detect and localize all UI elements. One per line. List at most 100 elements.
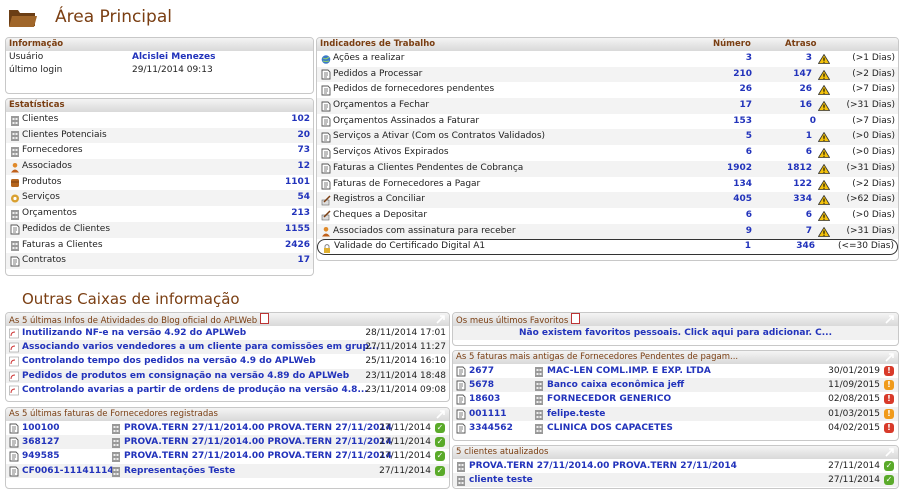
indicator-number[interactable]: 3	[746, 51, 752, 67]
invoice-ref-link[interactable]: 2677	[469, 364, 494, 378]
pending-invoice-row[interactable]: 2677 MAC-LEN COML.IMP. E EXP. LTDA 30/01/2…	[453, 364, 898, 378]
stats-row[interactable]: Fornecedores 73	[6, 143, 313, 159]
indicator-delay[interactable]: 0	[810, 114, 816, 130]
stats-count[interactable]: 102	[291, 112, 310, 128]
indicator-number[interactable]: 1902	[727, 161, 752, 177]
stats-label[interactable]: Produtos	[22, 175, 61, 191]
indicator-label[interactable]: Faturas de Fornecedores a Pagar	[333, 177, 480, 193]
stats-row[interactable]: Clientes Potenciais 20	[6, 127, 313, 144]
stats-label[interactable]: Clientes	[22, 112, 58, 128]
collapse-icon[interactable]	[885, 353, 895, 362]
stats-label[interactable]: Fornecedores	[22, 143, 83, 159]
indicator-number[interactable]: 405	[733, 192, 752, 208]
indicator-label[interactable]: Registros a Conciliar	[333, 192, 425, 208]
invoice-ref-link[interactable]: CF0061-11141114	[22, 464, 114, 478]
indicator-row[interactable]: Serviços Ativos Expirados 6 6 (>0 Dias)	[317, 145, 898, 161]
indicator-delay[interactable]: 7	[806, 224, 812, 240]
invoice-ref-link[interactable]: 001111	[469, 407, 507, 421]
client-link[interactable]: PROVA.TERN 27/11/2014.00 PROVA.TERN 27/1…	[469, 459, 737, 473]
indicator-delay[interactable]: 6	[806, 208, 812, 224]
client-row[interactable]: cliente teste 27/11/2014 ✓	[453, 473, 898, 488]
stats-label[interactable]: Orçamentos	[22, 206, 77, 222]
indicator-label[interactable]: Serviços a Ativar (Com os Contratos Vali…	[333, 129, 545, 145]
invoice-ref-link[interactable]: 949585	[22, 449, 60, 463]
invoice-ref-link[interactable]: 368127	[22, 435, 60, 449]
indicator-row[interactable]: Orçamentos Assinados a Faturar 153 0 (>7 Di…	[317, 114, 898, 130]
pending-invoice-row[interactable]: 3344562 CLINICA DOS CAPACETES 04/02/2015!	[453, 421, 898, 435]
indicator-row[interactable]: Ações a realizar 3 3 (>1 Dias)	[317, 51, 898, 67]
indicator-label[interactable]: Ações a realizar	[333, 51, 404, 67]
supplier-link[interactable]: PROVA.TERN 27/11/2014.00 PROVA.TERN 27/1…	[124, 435, 392, 449]
invoice-row[interactable]: 368127 PROVA.TERN 27/11/2014.00 PROVA.TER…	[6, 435, 449, 450]
stats-row[interactable]: Clientes 102	[6, 112, 313, 128]
indicator-number[interactable]: 153	[733, 114, 752, 130]
indicator-number[interactable]: 5	[746, 129, 752, 145]
indicator-row[interactable]: Cheques a Depositar 6 6 (>0 Dias)	[317, 208, 898, 224]
supplier-link[interactable]: felipe.teste	[547, 407, 605, 421]
indicator-row[interactable]: Associados com assinatura para receber 9 7…	[317, 223, 898, 240]
stats-row[interactable]: Pedidos de Clientes 1155	[6, 221, 313, 238]
supplier-link[interactable]: FORNECEDOR GENERICO	[547, 392, 671, 406]
blog-row[interactable]: Pedidos de produtos em consignação na ve…	[6, 368, 449, 383]
invoice-ref-link[interactable]: 100100	[22, 421, 60, 435]
blog-post-link[interactable]: Inutilizando NF-e na versão 4.92 do APLW…	[22, 326, 246, 340]
blog-row[interactable]: Controlando avarias a partir de ordens d…	[6, 383, 449, 397]
stats-count[interactable]: 73	[297, 143, 310, 159]
stats-label[interactable]: Faturas a Clientes	[22, 238, 103, 254]
pending-invoice-row[interactable]: 001111 felipe.teste 01/03/2015!	[453, 406, 898, 421]
indicator-row[interactable]: Faturas a Clientes Pendentes de Cobrança…	[317, 160, 898, 177]
indicator-number[interactable]: 26	[739, 82, 752, 98]
stats-label[interactable]: Serviços	[22, 190, 60, 206]
invoice-ref-link[interactable]: 3344562	[469, 421, 513, 435]
collapse-icon[interactable]	[436, 315, 446, 324]
client-link[interactable]: cliente teste	[469, 473, 533, 487]
indicator-delay[interactable]: 6	[806, 145, 812, 161]
indicator-row[interactable]: Orçamentos a Fechar 17 16 (>31 Dias)	[317, 98, 898, 114]
stats-count[interactable]: 213	[291, 206, 310, 222]
indicator-row[interactable]: Registros a Conciliar 405 334 (>62 Dias)	[317, 192, 898, 208]
indicator-label[interactable]: Orçamentos Assinados a Faturar	[333, 114, 479, 130]
indicator-row[interactable]: Validade do Certificado Digital A1 1 346 (<…	[317, 239, 898, 255]
indicator-delay[interactable]: 26	[799, 82, 812, 98]
stats-count[interactable]: 2426	[285, 238, 310, 254]
indicator-delay[interactable]: 147	[793, 67, 812, 83]
invoice-ref-link[interactable]: 18603	[469, 392, 500, 406]
supplier-link[interactable]: PROVA.TERN 27/11/2014.00 PROVA.TERN 27/1…	[124, 449, 392, 463]
blog-post-link[interactable]: Associando varios vendedores a um client…	[22, 340, 379, 354]
rss-icon[interactable]	[571, 313, 581, 324]
stats-row[interactable]: Produtos 1101	[6, 175, 313, 191]
stats-count[interactable]: 17	[297, 253, 310, 269]
stats-count[interactable]: 1155	[285, 222, 310, 238]
invoice-row[interactable]: 949585 PROVA.TERN 27/11/2014.00 PROVA.TER…	[6, 449, 449, 463]
user-link[interactable]: Alcislei Menezes	[132, 51, 216, 64]
stats-label[interactable]: Pedidos de Clientes	[22, 222, 110, 238]
stats-row[interactable]: Faturas a Clientes 2426	[6, 238, 313, 254]
stats-row[interactable]: Contratos 17	[6, 253, 313, 269]
indicator-label[interactable]: Pedidos a Processar	[333, 67, 422, 83]
indicator-number[interactable]: 134	[733, 177, 752, 193]
stats-label[interactable]: Clientes Potenciais	[22, 128, 107, 144]
indicator-delay[interactable]: 16	[799, 98, 812, 114]
indicator-row[interactable]: Pedidos a Processar 210 147 (>2 Dias)	[317, 66, 898, 83]
indicator-number[interactable]: 210	[733, 67, 752, 83]
stats-count[interactable]: 54	[297, 190, 310, 206]
client-row[interactable]: PROVA.TERN 27/11/2014.00 PROVA.TERN 27/1…	[453, 459, 898, 473]
blog-row[interactable]: Controlando tempo dos pedidos na versão …	[6, 354, 449, 368]
indicator-label[interactable]: Faturas a Clientes Pendentes de Cobrança	[333, 161, 523, 177]
stats-label[interactable]: Associados	[22, 159, 72, 175]
indicator-number[interactable]: 1	[745, 240, 751, 254]
collapse-icon[interactable]	[436, 410, 446, 419]
collapse-icon[interactable]	[885, 448, 895, 457]
supplier-link[interactable]: Banco caixa econômica jeff	[547, 378, 684, 392]
favorites-message-link[interactable]: Não existem favoritos pessoais. Click aq…	[519, 328, 832, 338]
indicator-row[interactable]: Pedidos de fornecedores pendentes 26 26 (>7…	[317, 82, 898, 98]
indicator-label[interactable]: Orçamentos a Fechar	[333, 98, 429, 114]
stats-count[interactable]: 12	[297, 159, 310, 175]
pending-invoice-row[interactable]: 18603 FORNECEDOR GENERICO 02/08/2015!	[453, 392, 898, 406]
invoice-row[interactable]: CF0061-11141114 Representações Teste 27/11…	[6, 463, 449, 478]
indicator-delay[interactable]: 1	[806, 129, 812, 145]
indicator-delay[interactable]: 346	[796, 240, 815, 254]
blog-post-link[interactable]: Controlando tempo dos pedidos na versão …	[22, 354, 316, 368]
indicator-number[interactable]: 9	[746, 224, 752, 240]
stats-count[interactable]: 1101	[285, 175, 310, 191]
